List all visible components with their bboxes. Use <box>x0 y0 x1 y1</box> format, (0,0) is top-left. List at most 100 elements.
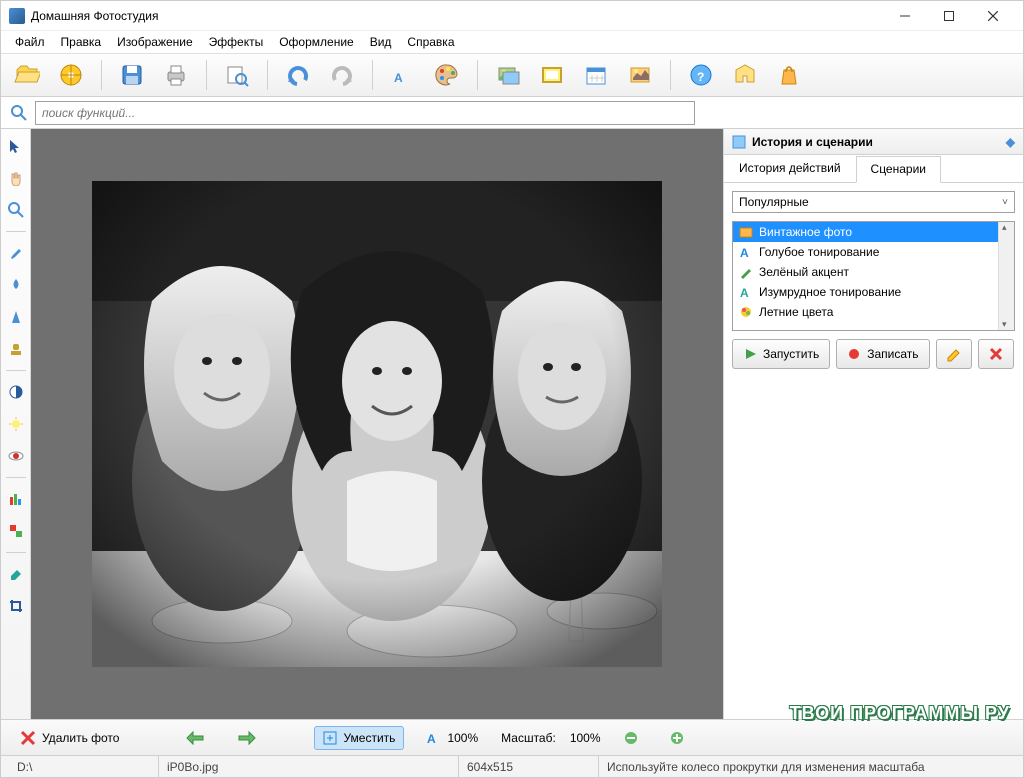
minus-icon <box>624 731 638 745</box>
tab-scenarios[interactable]: Сценарии <box>856 156 941 183</box>
svg-text:A: A <box>740 246 749 259</box>
scenario-category-combo[interactable]: Популярные ˅ <box>732 191 1015 213</box>
svg-text:A: A <box>740 286 749 299</box>
scenario-scrollbar[interactable] <box>998 222 1014 330</box>
canvas-button[interactable] <box>490 57 526 93</box>
bottom-toolbar: Удалить фото Уместить A 100% Масштаб: 10… <box>1 719 1023 755</box>
minimize-button[interactable] <box>883 2 927 30</box>
canvas-area[interactable] <box>31 129 723 719</box>
menu-help[interactable]: Справка <box>399 33 462 51</box>
search-input[interactable] <box>35 101 695 125</box>
panel-title: История и сценарии <box>752 135 873 149</box>
home-button[interactable] <box>727 57 763 93</box>
panel-tabs: История действий Сценарии <box>724 155 1023 183</box>
titlebar: Домашняя Фотостудия <box>1 1 1023 31</box>
calendar-button[interactable] <box>578 57 614 93</box>
palette-button[interactable] <box>429 57 465 93</box>
fit-button[interactable]: Уместить <box>314 726 404 750</box>
main-toolbar: A ? <box>1 53 1023 97</box>
delete-photo-button[interactable]: Удалить фото <box>11 725 128 751</box>
help-button[interactable]: ? <box>683 57 719 93</box>
open-button[interactable] <box>9 57 45 93</box>
menu-edit[interactable]: Правка <box>53 33 110 51</box>
menu-file[interactable]: Файл <box>7 33 53 51</box>
svg-text:A: A <box>427 732 436 745</box>
menu-view[interactable]: Вид <box>362 33 400 51</box>
zoom-tool[interactable] <box>5 199 27 221</box>
scenario-item[interactable]: Винтажное фото <box>733 222 998 242</box>
catalog-button[interactable] <box>53 57 89 93</box>
zoom-in-button[interactable] <box>661 726 693 750</box>
panel-header: История и сценарии ◆ <box>724 129 1023 155</box>
stamp-tool[interactable] <box>5 338 27 360</box>
arrow-right-icon <box>237 730 257 746</box>
play-icon <box>743 347 757 361</box>
search-bar <box>1 97 1023 129</box>
status-bar: D:\ iP0Bo.jpg 604x515 Используйте колесо… <box>1 755 1023 777</box>
panel-icon <box>732 135 746 149</box>
scenario-item[interactable]: Зелёный акцент <box>733 262 998 282</box>
left-toolbar <box>1 129 31 719</box>
levels-tool[interactable] <box>5 488 27 510</box>
record-scenario-button[interactable]: Записать <box>836 339 929 369</box>
status-dims: 604x515 <box>459 756 599 777</box>
photo-preview <box>92 181 662 667</box>
arrow-left-icon <box>185 730 205 746</box>
redeye-tool[interactable] <box>5 445 27 467</box>
record-icon <box>847 347 861 361</box>
combo-value: Популярные <box>739 195 809 209</box>
menubar: Файл Правка Изображение Эффекты Оформлен… <box>1 31 1023 53</box>
save-button[interactable] <box>114 57 150 93</box>
eraser-tool[interactable] <box>5 563 27 585</box>
x-icon <box>20 730 36 746</box>
crop-tool[interactable] <box>5 595 27 617</box>
drop-tool[interactable] <box>5 274 27 296</box>
zoom-out-button[interactable] <box>615 726 647 750</box>
tab-history[interactable]: История действий <box>724 155 856 182</box>
emerald-icon: A <box>739 285 753 299</box>
app-icon <box>9 8 25 24</box>
search-icon <box>9 103 29 123</box>
brush-tool[interactable] <box>5 242 27 264</box>
scenario-item[interactable]: A Изумрудное тонирование <box>733 282 998 302</box>
view-button[interactable] <box>219 57 255 93</box>
postcard-button[interactable] <box>622 57 658 93</box>
svg-text:A: A <box>394 71 403 85</box>
shop-button[interactable] <box>771 57 807 93</box>
close-button[interactable] <box>971 2 1015 30</box>
undo-button[interactable] <box>280 57 316 93</box>
delete-icon <box>988 346 1004 362</box>
window-title: Домашняя Фотостудия <box>31 9 883 23</box>
replace-color-tool[interactable] <box>5 520 27 542</box>
menu-decor[interactable]: Оформление <box>271 33 361 51</box>
scale-value: 100% <box>570 731 601 745</box>
prev-photo-button[interactable] <box>176 725 214 751</box>
collapse-icon[interactable]: ◆ <box>1006 135 1015 149</box>
status-path: D:\ <box>9 756 159 777</box>
pointer-tool[interactable] <box>5 135 27 157</box>
hand-tool[interactable] <box>5 167 27 189</box>
menu-image[interactable]: Изображение <box>109 33 201 51</box>
edit-icon <box>946 346 962 362</box>
scale-label: Масштаб: <box>501 731 556 745</box>
plus-icon <box>670 731 684 745</box>
hundred-icon: A <box>427 731 441 745</box>
sharpen-tool[interactable] <box>5 306 27 328</box>
redo-button[interactable] <box>324 57 360 93</box>
contrast-tool[interactable] <box>5 381 27 403</box>
delete-scenario-button[interactable] <box>978 339 1014 369</box>
next-photo-button[interactable] <box>228 725 266 751</box>
maximize-button[interactable] <box>927 2 971 30</box>
edit-scenario-button[interactable] <box>936 339 972 369</box>
scenario-item[interactable]: A Голубое тонирование <box>733 242 998 262</box>
scenario-list: Винтажное фото A Голубое тонирование Зел… <box>732 221 1015 331</box>
svg-text:?: ? <box>697 70 704 84</box>
light-tool[interactable] <box>5 413 27 435</box>
print-button[interactable] <box>158 57 194 93</box>
text-button[interactable]: A <box>385 57 421 93</box>
scenario-item[interactable]: Летние цвета <box>733 302 998 322</box>
menu-effects[interactable]: Эффекты <box>201 33 272 51</box>
run-scenario-button[interactable]: Запустить <box>732 339 830 369</box>
hundred-button[interactable]: A 100% <box>418 726 487 750</box>
frame-button[interactable] <box>534 57 570 93</box>
